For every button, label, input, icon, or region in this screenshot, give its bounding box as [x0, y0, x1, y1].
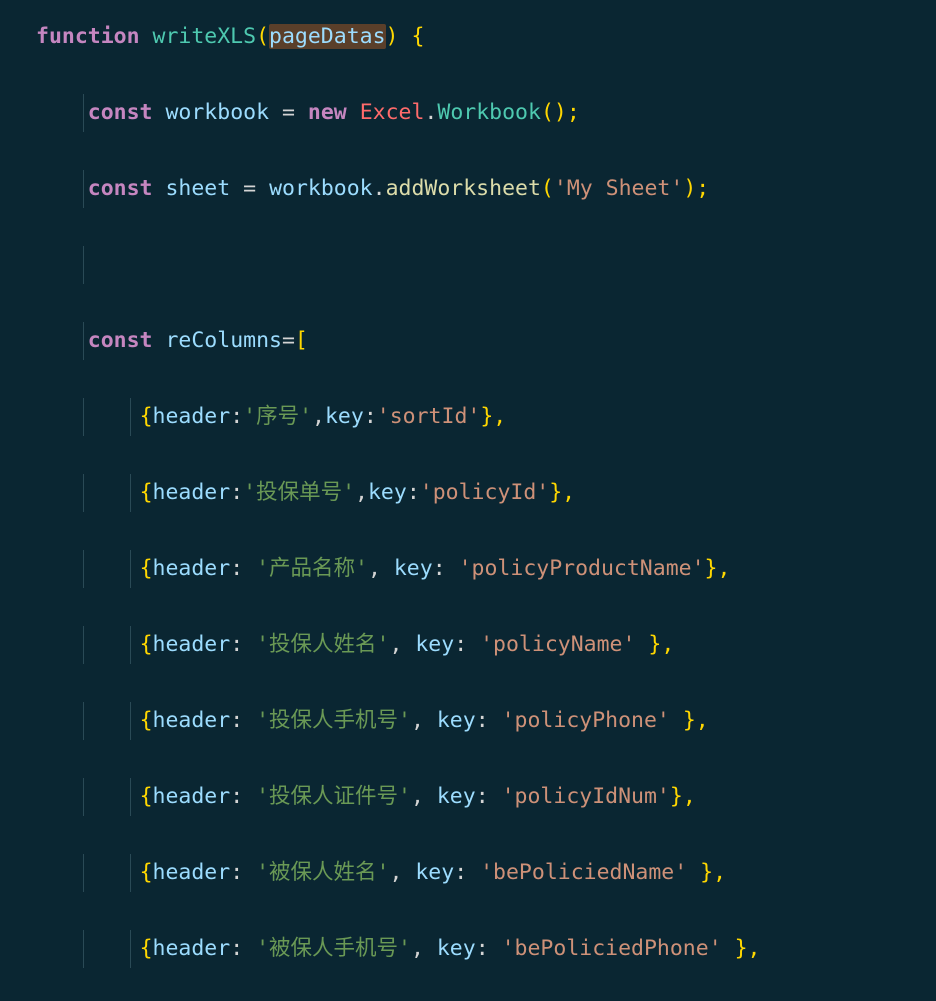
code-line: {header:'投保单号',key:'policyId'}, [0, 474, 936, 512]
code-block: function writeXLS(pageDatas) { const wor… [0, 0, 936, 1001]
code-line: {header: '被保人手机号', key: 'bePoliciedPhone… [0, 930, 936, 968]
code-line: {header: '投保人姓名', key: 'policyName' }, [0, 626, 936, 664]
param-pagedatas: pageDatas [269, 24, 386, 49]
code-line [0, 246, 936, 284]
code-line: const sheet = workbook.addWorksheet('My … [0, 170, 936, 208]
code-line: {header: '产品名称', key: 'policyProductName… [0, 550, 936, 588]
code-line: {header: '被保人姓名', key: 'bePoliciedName' … [0, 854, 936, 892]
code-line: function writeXLS(pageDatas) { [0, 18, 936, 56]
code-line: {header: '投保人证件号', key: 'policyIdNum'}, [0, 778, 936, 816]
code-line: {header:'序号',key:'sortId'}, [0, 398, 936, 436]
code-line: const workbook = new Excel.Workbook(); [0, 94, 936, 132]
code-line: const reColumns=[ [0, 322, 936, 360]
code-line: {header: '投保人手机号', key: 'policyPhone' }, [0, 702, 936, 740]
